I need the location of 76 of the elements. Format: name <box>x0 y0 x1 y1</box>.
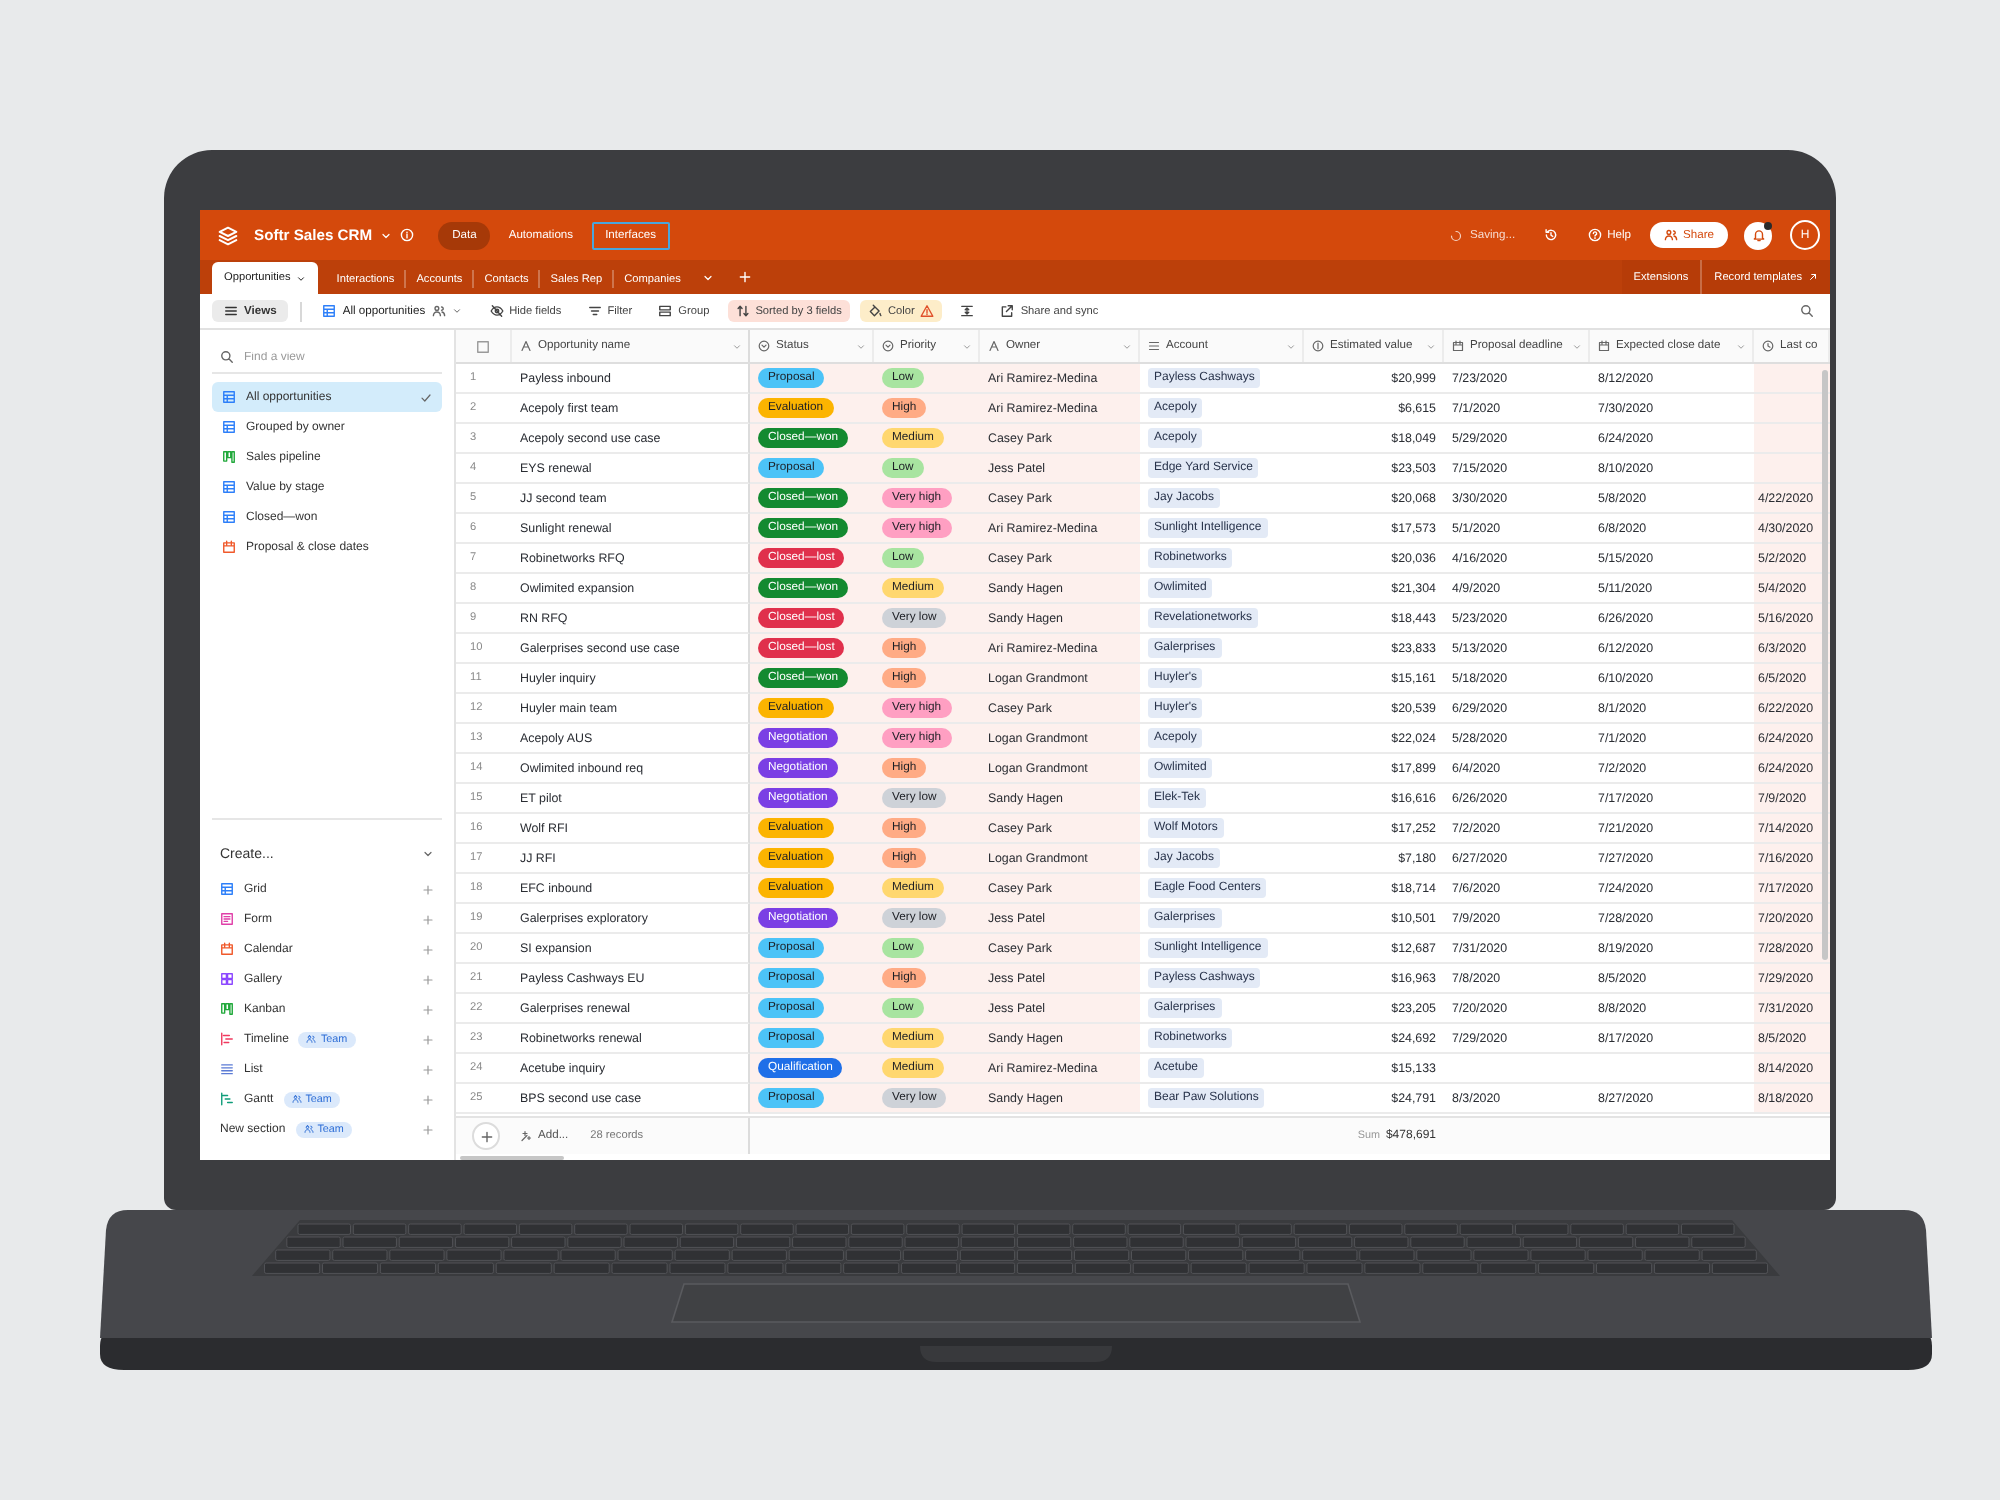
plus-icon <box>422 943 434 955</box>
sort-icon <box>735 304 750 318</box>
info-icon[interactable] <box>400 228 415 242</box>
caret-icon <box>1122 341 1132 351</box>
plus-icon <box>422 1003 434 1015</box>
timeline-icon <box>220 1032 234 1046</box>
caret-icon <box>451 306 462 316</box>
eye-slash-icon <box>489 304 504 318</box>
scrollbar[interactable] <box>460 1156 564 1160</box>
notifications-button[interactable] <box>1744 221 1772 249</box>
checkbox-icon[interactable] <box>476 339 490 353</box>
caret-icon <box>1572 341 1582 351</box>
gallery-icon <box>220 972 234 986</box>
kanban-icon <box>220 1002 234 1016</box>
plus-icon <box>422 913 434 925</box>
calendar-icon <box>1598 340 1610 352</box>
caret-icon[interactable] <box>702 271 715 283</box>
clock-icon <box>1762 340 1774 352</box>
list-icon <box>1148 340 1160 352</box>
text-field-icon <box>520 340 532 352</box>
kanban-icon <box>222 450 236 464</box>
plus-icon <box>422 1123 434 1135</box>
caret-icon <box>962 341 972 351</box>
gantt-icon <box>220 1092 234 1106</box>
people-icon <box>431 304 446 318</box>
scrollbar[interactable] <box>1822 370 1828 960</box>
paint-bucket-icon <box>867 304 882 318</box>
people-icon <box>303 1124 314 1134</box>
grid-icon <box>222 420 236 434</box>
help-icon <box>1587 228 1602 242</box>
caret-icon[interactable] <box>380 229 393 241</box>
form-icon <box>220 912 234 926</box>
magic-wand-icon <box>520 1130 532 1142</box>
plus-icon <box>479 1129 493 1143</box>
bell-icon <box>1751 228 1765 242</box>
search-icon[interactable] <box>1800 304 1814 318</box>
menu-icon <box>224 304 238 318</box>
list-icon <box>220 1062 234 1076</box>
layers-icon[interactable] <box>218 225 238 245</box>
coin-icon <box>1312 340 1324 352</box>
plus-icon <box>422 1033 434 1045</box>
share-icon <box>1000 304 1015 318</box>
search-icon <box>220 350 234 364</box>
calendar-icon <box>222 540 236 554</box>
people-icon <box>306 1034 317 1044</box>
caret-icon <box>296 273 307 283</box>
arrow-icon <box>1808 272 1818 282</box>
grid-icon <box>222 480 236 494</box>
grid-icon <box>222 390 236 404</box>
caret-icon <box>1286 341 1296 351</box>
caret-icon <box>732 341 742 351</box>
people-icon <box>1663 228 1678 242</box>
row-height-icon <box>960 304 975 318</box>
caret-icon <box>856 341 866 351</box>
plus-icon <box>422 973 434 985</box>
people-icon <box>291 1094 302 1104</box>
caret-icon <box>1736 341 1746 351</box>
stacked-rows-icon <box>658 304 673 318</box>
add-record-button[interactable] <box>472 1122 500 1150</box>
chevron-down-icon <box>422 848 434 860</box>
calendar-icon <box>1452 340 1464 352</box>
filter-icon <box>587 304 602 318</box>
plus-icon <box>422 1093 434 1105</box>
grid-icon <box>322 304 337 318</box>
grid-icon <box>220 882 234 896</box>
text-field-icon <box>988 340 1000 352</box>
grid-icon <box>222 510 236 524</box>
plus-icon[interactable] <box>738 270 753 284</box>
spinner-icon <box>1450 229 1463 241</box>
notification-dot-icon <box>1764 221 1772 229</box>
calendar-icon <box>220 942 234 956</box>
caret-icon <box>1426 341 1436 351</box>
history-icon[interactable] <box>1543 228 1558 242</box>
plus-icon <box>422 1063 434 1075</box>
plus-icon <box>422 883 434 895</box>
check-icon <box>420 391 432 403</box>
